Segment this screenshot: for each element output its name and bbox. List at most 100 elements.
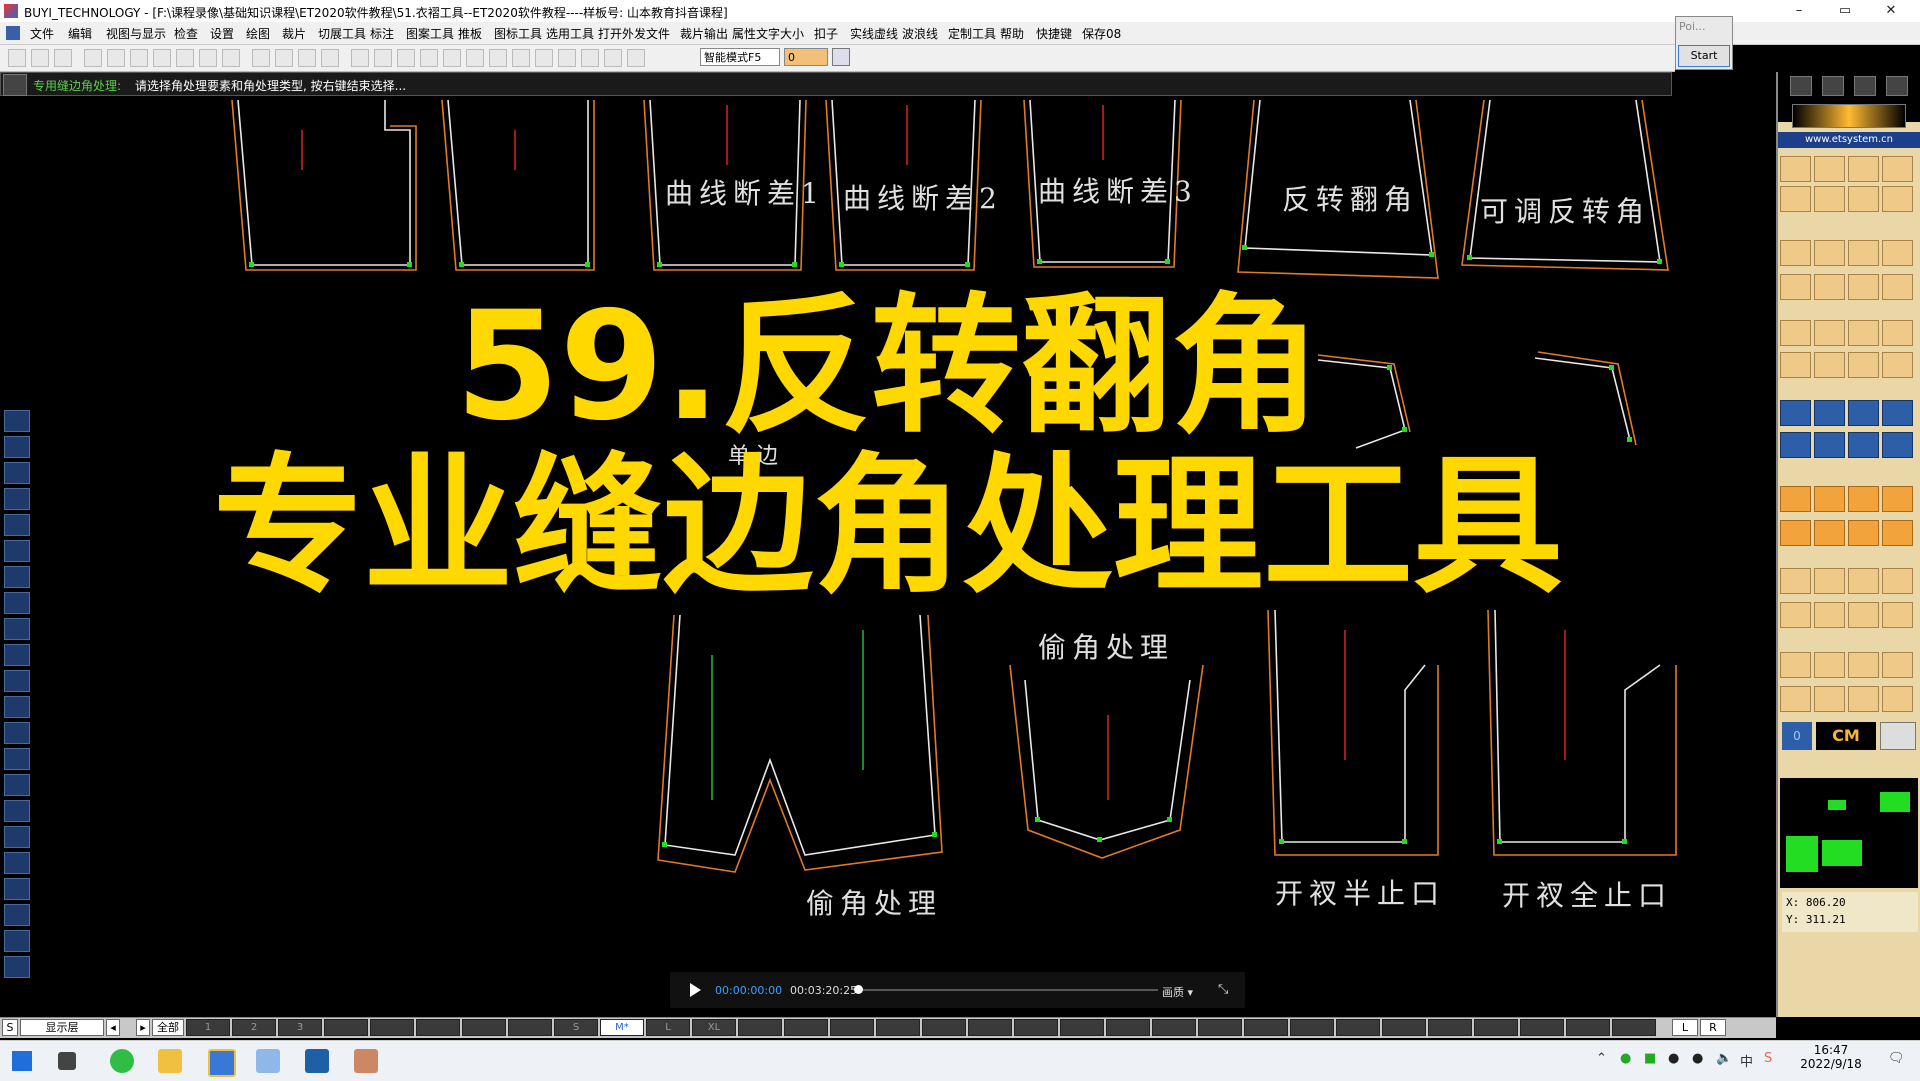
size-cell-10[interactable]: L (646, 1019, 690, 1036)
left-tool-drop-icon[interactable] (4, 930, 30, 952)
start-icon[interactable] (12, 1051, 32, 1071)
start-button[interactable]: Start (1678, 45, 1730, 67)
notification-icon[interactable]: 🗨 (1888, 1051, 1905, 1066)
panel-tool-0-1-icon[interactable] (1814, 156, 1845, 182)
app-icon-3[interactable] (305, 1049, 329, 1073)
layer-next-button[interactable]: ▸ (136, 1019, 150, 1036)
task-view-icon[interactable] (58, 1052, 76, 1070)
progress-knob[interactable] (854, 985, 863, 994)
maximize-button[interactable]: ▭ (1822, 0, 1868, 22)
rotate-icon[interactable] (351, 49, 369, 67)
menu-item-0[interactable]: 文件 (30, 25, 54, 42)
panel-tool-11-2-icon[interactable] (1848, 602, 1879, 628)
menu-item-14[interactable]: 裁片输出 (680, 25, 728, 42)
size-cell-empty[interactable] (1566, 1019, 1610, 1036)
left-tool-pin-icon[interactable] (4, 904, 30, 926)
progress-track[interactable] (860, 989, 1158, 991)
size-cell-empty[interactable] (1428, 1019, 1472, 1036)
panel-tool-5-2-icon[interactable] (1848, 352, 1879, 378)
panel-tool-0-0-icon[interactable] (1780, 156, 1811, 182)
size-cell-empty[interactable] (784, 1019, 828, 1036)
dash-icon[interactable] (420, 49, 438, 67)
size-cell-empty[interactable] (1106, 1019, 1150, 1036)
mirror-icon[interactable] (374, 49, 392, 67)
menu-item-15[interactable]: 属性文字大小 (732, 25, 804, 42)
move-icon[interactable] (275, 49, 293, 67)
pan-icon[interactable] (153, 49, 171, 67)
left-tool-path-icon[interactable] (4, 644, 30, 666)
tray-app-icon-4[interactable]: ● (1692, 1051, 1703, 1066)
menu-item-4[interactable]: 设置 (210, 25, 234, 42)
menu-item-10[interactable]: 推板 (458, 25, 482, 42)
file-explorer-icon[interactable] (158, 1049, 182, 1073)
close-button[interactable]: ✕ (1868, 0, 1914, 22)
play-icon[interactable] (690, 983, 701, 997)
select-icon[interactable] (252, 49, 270, 67)
menu-item-1[interactable]: 编辑 (68, 25, 92, 42)
left-tool-shape-icon[interactable] (4, 618, 30, 640)
zero-button[interactable]: 0 (1782, 722, 1812, 750)
minimize-button[interactable]: – (1776, 0, 1822, 22)
panel-tool-10-2-icon[interactable] (1848, 568, 1879, 594)
left-tool-rect-icon[interactable] (4, 540, 30, 562)
left-tool-arc-icon[interactable] (4, 670, 30, 692)
panel-tool-2-0-icon[interactable] (1780, 240, 1811, 266)
size-cell-empty[interactable] (968, 1019, 1012, 1036)
panel-tool-12-0-icon[interactable] (1780, 652, 1811, 678)
panel-tool-3-1-icon[interactable] (1814, 274, 1845, 300)
s-button[interactable]: S (2, 1019, 18, 1036)
fullscreen-icon[interactable]: ⤡ (1218, 982, 1228, 997)
size-cell-7[interactable] (508, 1019, 552, 1036)
menu-item-21[interactable]: 快捷键 (1036, 25, 1072, 42)
panel-tool-2-2-icon[interactable] (1848, 240, 1879, 266)
layer-prev-button[interactable]: ◂ (106, 1019, 120, 1036)
panel-tool-0-2-icon[interactable] (1848, 156, 1879, 182)
panel-tool-8-1-icon[interactable] (1814, 486, 1845, 512)
panel-tool-13-0-icon[interactable] (1780, 686, 1811, 712)
left-tool-help-icon[interactable] (4, 592, 30, 614)
coordinate-input[interactable]: 0 (784, 48, 828, 66)
panel-tool-6-3-icon[interactable] (1882, 400, 1913, 426)
size-cell-empty[interactable] (1474, 1019, 1518, 1036)
panel-tool-7-2-icon[interactable] (1848, 432, 1879, 458)
menu-item-22[interactable]: 保存08 (1082, 25, 1121, 42)
left-tool-grade-icon[interactable] (4, 774, 30, 796)
menu-item-5[interactable]: 绘图 (246, 25, 270, 42)
size-cell-5[interactable] (416, 1019, 460, 1036)
zoom-in-icon[interactable] (107, 49, 125, 67)
right-button[interactable]: R (1700, 1019, 1726, 1036)
app-icon-1[interactable] (208, 1049, 236, 1077)
size-cell-9[interactable]: M* (600, 1019, 644, 1036)
panel-tool-7-1-icon[interactable] (1814, 432, 1845, 458)
panel-tool-11-0-icon[interactable] (1780, 602, 1811, 628)
panel-tool-3-0-icon[interactable] (1780, 274, 1811, 300)
left-tool-bar-icon[interactable] (4, 826, 30, 848)
panel-tool-1-1-icon[interactable] (1814, 186, 1845, 212)
et-app-icon[interactable] (354, 1049, 378, 1073)
tray-app-icon-2[interactable]: ■ (1644, 1051, 1656, 1066)
menu-item-13[interactable]: 打开外发文件 (598, 25, 670, 42)
panel-tool-9-1-icon[interactable] (1814, 520, 1845, 546)
panel-tool-9-2-icon[interactable] (1848, 520, 1879, 546)
left-tool-line-icon[interactable] (4, 462, 30, 484)
menu-item-7[interactable]: 切展工具 (318, 25, 366, 42)
zoom-window-icon[interactable] (176, 49, 194, 67)
print-icon[interactable] (130, 49, 148, 67)
curve-icon[interactable] (443, 49, 461, 67)
menu-item-8[interactable]: 标注 (370, 25, 394, 42)
undo-icon[interactable] (199, 49, 217, 67)
size-cell-1[interactable]: 2 (232, 1019, 276, 1036)
volume-icon[interactable]: 🔈 (1716, 1051, 1732, 1066)
panel-tool-2-1-icon[interactable] (1814, 240, 1845, 266)
panel-button-1[interactable] (1790, 76, 1812, 96)
size-cell-11[interactable]: XL (692, 1019, 736, 1036)
left-tool-hand-icon[interactable] (4, 956, 30, 978)
menu-item-19[interactable]: 定制工具 (948, 25, 996, 42)
size-cell-3[interactable] (324, 1019, 368, 1036)
save-icon[interactable] (54, 49, 72, 67)
panel-tool-12-3-icon[interactable] (1882, 652, 1913, 678)
menu-item-18[interactable]: 波浪线 (902, 25, 938, 42)
panel-tool-9-3-icon[interactable] (1882, 520, 1913, 546)
measure-icon[interactable] (298, 49, 316, 67)
size-cell-empty[interactable] (1198, 1019, 1242, 1036)
